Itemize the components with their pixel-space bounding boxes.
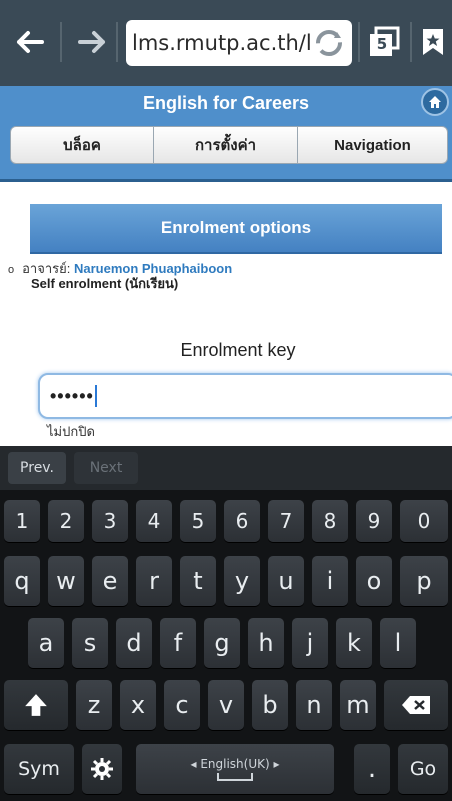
forward-arrow-icon (78, 31, 105, 53)
key-t[interactable]: t (180, 556, 216, 606)
home-button[interactable] (421, 88, 449, 116)
key-z[interactable]: z (76, 680, 112, 730)
key-8[interactable]: 8 (312, 500, 348, 542)
space-bar-icon (217, 773, 253, 781)
key-2[interactable]: 2 (48, 500, 84, 542)
tab-blocks[interactable]: บล็อค (10, 126, 154, 164)
self-enrolment-heading: Self enrolment (นักเรียน) (31, 276, 179, 291)
tab-settings[interactable]: การตั้งค่า (154, 126, 298, 164)
bookmark-star-icon (423, 29, 443, 55)
key-w[interactable]: w (48, 556, 84, 606)
key-u[interactable]: u (268, 556, 304, 606)
url-text: lms.rmutp.ac.th/l (132, 31, 312, 55)
home-icon (429, 96, 441, 108)
backspace-icon (402, 696, 430, 714)
key-d[interactable]: d (116, 618, 152, 668)
reload-icon[interactable] (312, 26, 346, 60)
key-q[interactable]: q (4, 556, 40, 606)
back-arrow-icon (17, 31, 44, 53)
settings-key[interactable] (82, 744, 122, 794)
tabs-button[interactable]: 5 (362, 22, 406, 64)
space-language-label: ◂ English(UK) ▸ (190, 757, 280, 771)
backspace-key[interactable] (384, 680, 448, 730)
browser-toolbar: lms.rmutp.ac.th/l 5 (0, 0, 452, 86)
tab-count: 5 (376, 35, 388, 53)
space-key[interactable]: ◂ English(UK) ▸ (136, 744, 334, 794)
keyboard-toolbar: Prev. Next (0, 446, 452, 490)
key-y[interactable]: y (224, 556, 260, 606)
site-header: English for Careers บล็อค การตั้งค่า Nav… (0, 86, 452, 182)
key-e[interactable]: e (92, 556, 128, 606)
next-field-button[interactable]: Next (74, 452, 138, 484)
unmask-checkbox-label[interactable]: ไม่ปกปิด (47, 421, 95, 442)
key-f[interactable]: f (160, 618, 196, 668)
key-4[interactable]: 4 (136, 500, 172, 542)
shift-arrow-icon (25, 694, 47, 716)
key-r[interactable]: r (136, 556, 172, 606)
key-a[interactable]: a (28, 618, 64, 668)
key-0[interactable]: 0 (400, 500, 448, 542)
key-j[interactable]: j (292, 618, 328, 668)
gear-icon (91, 758, 113, 780)
key-s[interactable]: s (72, 618, 108, 668)
key-g[interactable]: g (204, 618, 240, 668)
key-k[interactable]: k (336, 618, 372, 668)
key-p[interactable]: p (400, 556, 448, 606)
enrolment-options-header: Enrolment options (30, 204, 442, 254)
bookmark-button[interactable] (414, 20, 452, 64)
forward-button[interactable] (70, 20, 114, 64)
course-title: English for Careers (142, 93, 310, 113)
key-x[interactable]: x (120, 680, 156, 730)
language-label: English(UK) (200, 757, 270, 771)
tab-navigation[interactable]: Navigation (298, 126, 448, 164)
soft-keyboard: Prev. Next 1 2 3 4 5 6 7 8 9 0 q w e r t… (0, 446, 452, 801)
key-7[interactable]: 7 (268, 500, 304, 542)
key-c[interactable]: c (164, 680, 200, 730)
address-bar[interactable]: lms.rmutp.ac.th/l (126, 20, 352, 66)
go-key[interactable]: Go (398, 744, 448, 794)
text-caret (94, 385, 97, 407)
key-h[interactable]: h (248, 618, 284, 668)
key-i[interactable]: i (312, 556, 348, 606)
key-9[interactable]: 9 (356, 500, 392, 542)
key-6[interactable]: 6 (224, 500, 260, 542)
bullet-icon: o (8, 264, 15, 276)
period-key[interactable]: . (354, 744, 390, 794)
key-3[interactable]: 3 (92, 500, 128, 542)
segmented-nav: บล็อค การตั้งค่า Navigation (10, 126, 448, 166)
sym-key[interactable]: Sym (4, 744, 74, 794)
key-n[interactable]: n (296, 680, 332, 730)
key-l[interactable]: l (380, 618, 416, 668)
key-v[interactable]: v (208, 680, 244, 730)
key-m[interactable]: m (340, 680, 376, 730)
enrolment-key-label: Enrolment key (180, 340, 296, 360)
shift-key[interactable] (4, 680, 68, 730)
back-button[interactable] (8, 20, 52, 64)
password-dots: •••••• (50, 385, 94, 406)
enrolment-key-input[interactable]: •••••• (38, 373, 452, 419)
key-5[interactable]: 5 (180, 500, 216, 542)
key-b[interactable]: b (252, 680, 288, 730)
key-o[interactable]: o (356, 556, 392, 606)
key-1[interactable]: 1 (4, 500, 40, 542)
prev-field-button[interactable]: Prev. (8, 452, 66, 484)
